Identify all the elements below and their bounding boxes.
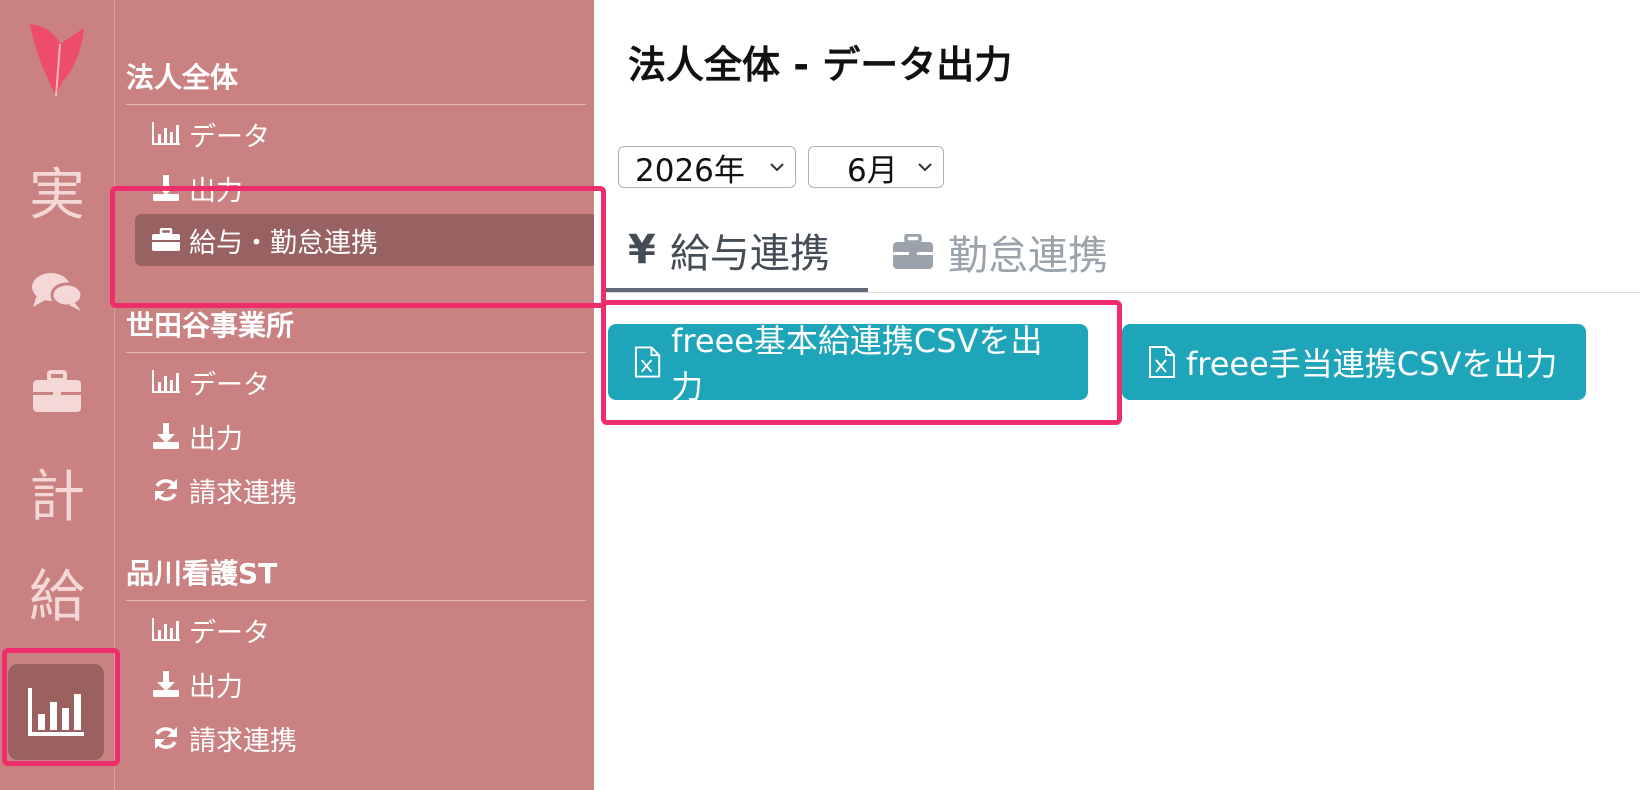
sidebar-item-output[interactable]: 出力 — [135, 162, 594, 214]
tab-label: 勤怠連携 — [948, 233, 1108, 279]
chevron-down-icon — [918, 163, 932, 172]
sidebar-item-payroll-link[interactable]: 給与・勤怠連携 — [135, 214, 594, 266]
export-allowance-csv-button[interactable]: freee手当連携CSVを出力 — [1122, 324, 1586, 400]
rail-item-chat[interactable] — [0, 252, 114, 332]
rail-item-label: 給 — [29, 564, 85, 630]
rail-item-jisseki[interactable]: 実 — [0, 150, 114, 230]
sidebar-item-label: データ — [189, 369, 270, 401]
rail-item-kyuyo[interactable]: 給 — [0, 552, 114, 632]
sidebar: 法人全体 データ 出力 給与・勤怠連携 世田谷事業所 データ 出力 請求連携 品… — [115, 0, 594, 790]
sidebar-group-title: 世田谷事業所 — [126, 304, 586, 353]
sidebar-item-data[interactable]: データ — [135, 108, 594, 160]
download-icon — [151, 421, 181, 451]
page-title: 法人全体 - データ出力 — [628, 43, 1013, 87]
sidebar-item-data[interactable]: データ — [135, 604, 594, 656]
briefcase-icon — [151, 225, 181, 255]
bar-chart-icon — [28, 688, 84, 736]
bird-logo-icon — [30, 24, 84, 97]
sidebar-item-label: データ — [189, 617, 270, 649]
year-select[interactable]: 2026年 — [618, 146, 796, 189]
sidebar-item-output[interactable]: 出力 — [135, 410, 594, 462]
main-content: 法人全体 - データ出力 2026年 6月 ¥ 給与連携 勤怠連携 freee基… — [594, 0, 1640, 790]
tab-payroll-link[interactable]: ¥ 給与連携 — [606, 212, 868, 292]
rail-item-work[interactable] — [0, 352, 114, 432]
bar-chart-icon — [151, 367, 181, 397]
month-select-value: 6月 — [847, 152, 898, 189]
csv-file-icon — [634, 346, 661, 378]
button-label: freee基本給連携CSVを出力 — [671, 322, 1043, 406]
sidebar-item-billing-link[interactable]: 請求連携 — [135, 712, 594, 764]
briefcase-icon — [33, 370, 81, 412]
sidebar-item-label: 出力 — [189, 671, 243, 703]
briefcase-icon — [893, 234, 933, 269]
sidebar-item-billing-link[interactable]: 請求連携 — [135, 464, 594, 516]
export-base-salary-csv-button[interactable]: freee基本給連携CSVを出力 — [608, 322, 1088, 406]
download-icon — [151, 173, 181, 203]
rail-item-data[interactable] — [8, 664, 104, 760]
yen-icon: ¥ — [628, 227, 656, 273]
sidebar-item-label: データ — [189, 121, 270, 153]
tab-attendance-link[interactable]: 勤怠連携 — [892, 212, 1132, 292]
sidebar-group-title: 品川看護ST — [126, 552, 586, 601]
icon-rail: 実 計 給 — [0, 0, 115, 790]
bar-chart-icon — [151, 119, 181, 149]
sidebar-group-title: 法人全体 — [126, 56, 586, 105]
chevron-down-icon — [770, 163, 784, 172]
sidebar-item-label: 出力 — [189, 175, 243, 207]
sidebar-item-data[interactable]: データ — [135, 356, 594, 408]
rail-item-label: 計 — [29, 464, 85, 530]
sidebar-item-label: 請求連携 — [189, 725, 297, 757]
tab-label: 給与連携 — [669, 231, 830, 277]
button-label: freee手当連携CSVを出力 — [1186, 345, 1558, 383]
month-select[interactable]: 6月 — [808, 146, 944, 189]
chat-icon — [32, 273, 83, 311]
refresh-icon — [151, 475, 181, 505]
sidebar-item-label: 請求連携 — [189, 477, 297, 509]
year-select-value: 2026年 — [635, 152, 745, 189]
refresh-icon — [151, 723, 181, 753]
rail-item-label: 実 — [29, 162, 85, 228]
download-icon — [151, 669, 181, 699]
sidebar-item-output[interactable]: 出力 — [135, 658, 594, 710]
csv-file-icon — [1149, 346, 1175, 378]
tab-bar: ¥ 給与連携 勤怠連携 — [606, 212, 1640, 293]
bar-chart-icon — [151, 615, 181, 645]
rail-item-keikaku[interactable]: 計 — [0, 452, 114, 532]
sidebar-item-label: 出力 — [189, 423, 243, 455]
sidebar-item-label: 給与・勤怠連携 — [189, 227, 378, 259]
